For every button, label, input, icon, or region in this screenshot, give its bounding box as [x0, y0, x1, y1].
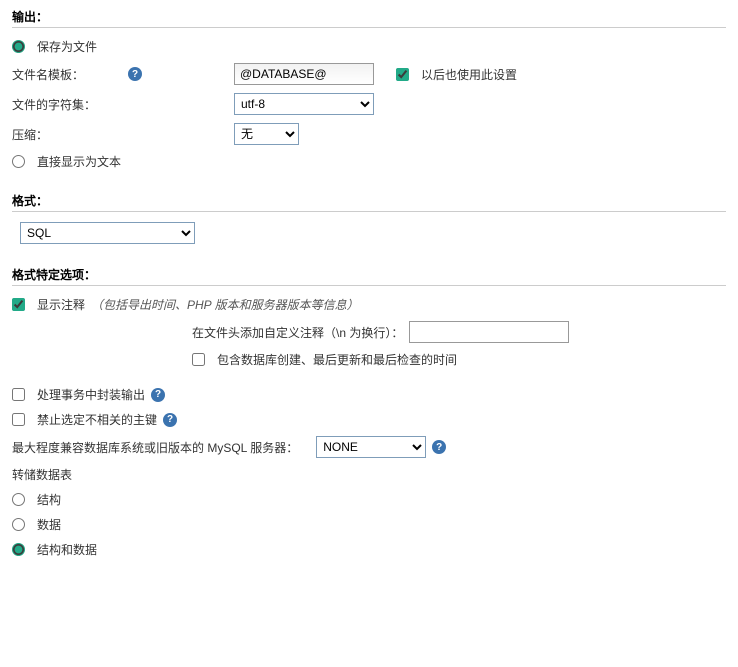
- compat-select[interactable]: NONE: [316, 436, 426, 458]
- save-as-file-radio[interactable]: [12, 40, 25, 53]
- save-as-file-label: 保存为文件: [37, 38, 97, 55]
- dump-data-radio[interactable]: [12, 518, 25, 531]
- dump-structure-label: 结构: [37, 491, 61, 508]
- show-comments-checkbox[interactable]: [12, 298, 25, 311]
- include-db-times-checkbox[interactable]: [192, 353, 205, 366]
- filename-template-label: 文件名模板：: [12, 66, 122, 83]
- format-section-title: 格式：: [12, 192, 726, 212]
- output-section-title: 输出：: [12, 8, 726, 28]
- charset-label: 文件的字符集：: [12, 96, 122, 113]
- filename-template-input[interactable]: [234, 63, 374, 85]
- dump-data-label: 数据: [37, 516, 61, 533]
- show-comments-note: （包括导出时间、PHP 版本和服务器版本等信息）: [91, 296, 359, 313]
- dump-both-label: 结构和数据: [37, 541, 97, 558]
- compression-select[interactable]: 无: [234, 123, 299, 145]
- transaction-wrap-label: 处理事务中封装输出: [37, 386, 145, 403]
- help-icon[interactable]: ?: [163, 413, 177, 427]
- custom-comment-label: 在文件头添加自定义注释（\n 为换行）：: [192, 324, 403, 341]
- show-comments-label: 显示注释: [37, 296, 85, 313]
- display-text-label: 直接显示为文本: [37, 153, 121, 170]
- compat-label: 最大程度兼容数据库系统或旧版本的 MySQL 服务器：: [12, 439, 298, 456]
- disable-fk-label: 禁止选定不相关的主键: [37, 411, 157, 428]
- custom-comment-input[interactable]: [409, 321, 569, 343]
- help-icon[interactable]: ?: [128, 67, 142, 81]
- charset-select[interactable]: utf-8: [234, 93, 374, 115]
- format-select[interactable]: SQL: [20, 222, 195, 244]
- help-icon[interactable]: ?: [432, 440, 446, 454]
- dump-structure-radio[interactable]: [12, 493, 25, 506]
- use-future-checkbox[interactable]: [396, 68, 409, 81]
- options-section-title: 格式特定选项：: [12, 266, 726, 286]
- transaction-wrap-checkbox[interactable]: [12, 388, 25, 401]
- use-future-label: 以后也使用此设置: [421, 66, 517, 83]
- disable-fk-checkbox[interactable]: [12, 413, 25, 426]
- dump-tables-label: 转储数据表: [12, 466, 72, 483]
- include-db-times-label: 包含数据库创建、最后更新和最后检查的时间: [217, 351, 457, 368]
- dump-both-radio[interactable]: [12, 543, 25, 556]
- display-text-radio[interactable]: [12, 155, 25, 168]
- compression-label: 压缩：: [12, 126, 122, 143]
- help-icon[interactable]: ?: [151, 388, 165, 402]
